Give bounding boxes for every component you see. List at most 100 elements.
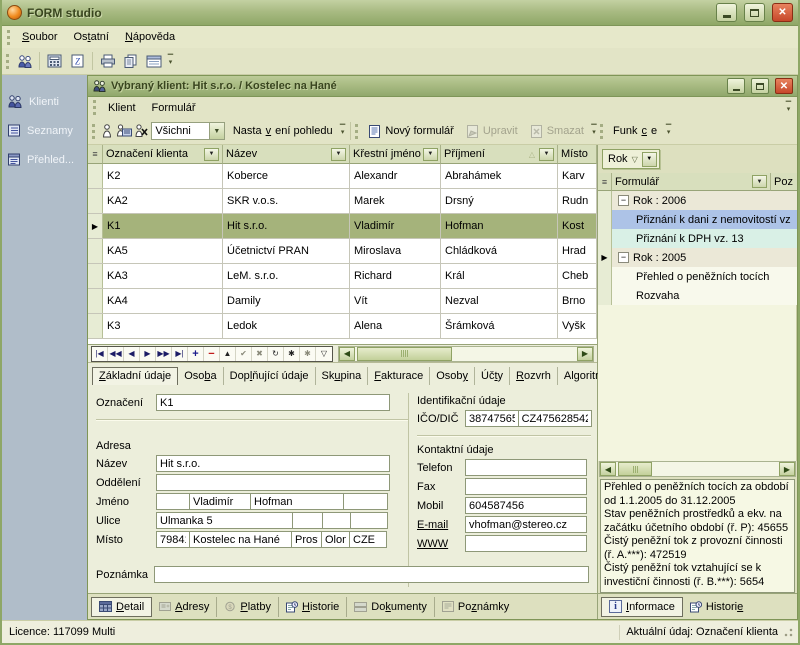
ulice-field3[interactable] — [322, 512, 351, 529]
nav-next-page-button[interactable]: ▶▶ — [156, 347, 172, 361]
column-header-nazev[interactable]: Název▼ — [223, 145, 350, 164]
nav-search-next-button[interactable]: ✱ — [300, 347, 316, 361]
psc-field[interactable] — [156, 531, 190, 548]
form-row[interactable]: Přiznání k DPH vz. 13 — [598, 229, 797, 248]
table-row-selected[interactable]: ▶ K1 Hit s.r.o. Vladimír Hofman Kost — [88, 214, 597, 239]
nav-cancel-button[interactable]: ✖ — [252, 347, 268, 361]
column-header-misto[interactable]: Místo — [558, 145, 597, 164]
mesto-field[interactable] — [189, 531, 292, 548]
titul-field[interactable] — [156, 493, 190, 510]
prijmeni-field[interactable] — [250, 493, 344, 510]
www-link[interactable]: WWW — [417, 538, 465, 550]
tab-ucty[interactable]: Účty — [475, 367, 510, 385]
tab-historie-form[interactable]: Historie — [683, 597, 750, 617]
tab-skupina[interactable]: Skupina — [316, 367, 369, 385]
fax-field[interactable] — [465, 478, 587, 495]
oddeleni-field[interactable] — [156, 474, 390, 491]
functions-button[interactable]: Funkce — [607, 122, 663, 140]
menu-overflow-button[interactable]: ▔▾ — [783, 98, 794, 118]
nav-last-button[interactable]: ▶| — [172, 347, 188, 361]
edit-form-button[interactable]: Upravit — [460, 122, 524, 141]
group-by-rok[interactable]: Rok ▽ ▼ — [602, 149, 660, 169]
table-row[interactable]: K2 Koberce Alexandr Abrahámek Karv — [88, 164, 597, 189]
maximize-button[interactable] — [751, 78, 769, 94]
toolbar-grip[interactable] — [92, 124, 95, 139]
toolbar-overflow-button[interactable]: ▔▾ — [590, 121, 598, 141]
scroll-right-icon[interactable]: ▶ — [577, 347, 593, 361]
collapse-icon[interactable]: − — [618, 252, 629, 263]
client-delete-button[interactable] — [133, 120, 150, 142]
tab-adresy[interactable]: Adresy — [152, 597, 217, 617]
tab-osoba[interactable]: Osoba — [178, 367, 223, 385]
nav-prior-button[interactable]: ◀ — [124, 347, 140, 361]
scrollbar-thumb[interactable] — [618, 462, 652, 476]
toolbar-grip[interactable] — [93, 100, 96, 115]
client-card-button[interactable] — [116, 120, 133, 142]
nav-edit-button[interactable]: ▲ — [220, 347, 236, 361]
form-row-selected[interactable]: Přiznání k dani z nemovitostí vz — [598, 210, 797, 229]
calculator-button[interactable] — [43, 50, 66, 72]
tab-fakturace[interactable]: Fakturace — [368, 367, 430, 385]
group-row-2006[interactable]: −Rok : 2006 — [598, 191, 797, 210]
toolbar-grip[interactable] — [7, 30, 10, 45]
tab-osoby[interactable]: Osoby — [430, 367, 475, 385]
toolbar-overflow-button[interactable]: ▔▾ — [165, 51, 176, 71]
oznaceni-field[interactable] — [156, 394, 390, 411]
close-button[interactable]: ✕ — [772, 3, 793, 22]
nav-post-button[interactable]: ✔ — [236, 347, 252, 361]
menu-napoveda[interactable]: Nápověda — [117, 28, 183, 46]
new-form-button[interactable]: Nový formulář — [362, 122, 459, 141]
toolbar-grip[interactable] — [600, 124, 603, 139]
column-header-formular[interactable]: Formulář ▼ — [612, 173, 771, 191]
filter-dropdown-icon[interactable]: ▼ — [423, 148, 438, 161]
close-icon[interactable]: ✕ — [775, 78, 793, 94]
jmeno-field[interactable] — [189, 493, 251, 510]
column-header-oznaceni[interactable]: Označení klienta▼ — [103, 145, 223, 164]
email-field[interactable] — [465, 516, 587, 533]
tab-doplnujici-udaje[interactable]: Doplňující údaje — [224, 367, 316, 385]
toolbar-grip[interactable] — [6, 54, 9, 69]
email-link[interactable]: E-mail — [417, 519, 465, 531]
scroll-left-icon[interactable]: ◀ — [339, 347, 355, 361]
menu-soubor[interactable]: Soubor — [14, 28, 65, 46]
sidebar-item-prehled[interactable]: Přehled... — [2, 145, 87, 174]
poznamka-field[interactable] — [154, 566, 589, 583]
scroll-right-icon[interactable]: ▶ — [779, 462, 795, 476]
column-header-poznamka[interactable]: Poz — [771, 173, 797, 191]
minimize-button[interactable] — [727, 78, 745, 94]
forms-button[interactable]: Z — [66, 50, 89, 72]
column-chooser-icon[interactable]: ≡ — [88, 145, 103, 164]
toolbar-overflow-button[interactable]: ▔▾ — [663, 121, 674, 141]
tab-zakladni-udaje[interactable]: Základní údaje — [92, 367, 178, 386]
column-chooser-icon[interactable]: ≡ — [598, 173, 612, 191]
mobil-field[interactable] — [465, 497, 587, 514]
ico-field[interactable] — [465, 410, 519, 427]
titul-za-field[interactable] — [343, 493, 388, 510]
dic-field[interactable] — [518, 410, 592, 427]
client-filter-combobox[interactable]: Všichni ▼ — [151, 122, 225, 140]
filter-dropdown-icon[interactable]: ▼ — [204, 148, 219, 161]
lists-button[interactable] — [142, 50, 165, 72]
collapse-icon[interactable]: − — [618, 195, 629, 206]
telefon-field[interactable] — [465, 459, 587, 476]
ulice-field[interactable] — [156, 512, 293, 529]
column-header-krestni-jmeno[interactable]: Křestní jméno▼ — [350, 145, 441, 164]
tab-dokumenty[interactable]: Dokumenty — [347, 597, 435, 617]
client-detail-button[interactable] — [99, 120, 116, 142]
nav-first-button[interactable]: |◀ — [92, 347, 108, 361]
tab-detail[interactable]: Detail — [91, 597, 152, 617]
tab-historie[interactable]: Historie — [279, 597, 347, 617]
table-row[interactable]: K3 Ledok Alena Šrámková Vyšk — [88, 314, 597, 339]
nav-search-button[interactable]: ✱ — [284, 347, 300, 361]
stat-field[interactable] — [349, 531, 387, 548]
table-row[interactable]: KA5 Účetnictví PRAN Miroslava Chládková … — [88, 239, 597, 264]
toolbar-grip[interactable] — [355, 124, 358, 139]
menu-ostatni[interactable]: Ostatní — [65, 28, 116, 46]
ulice-field2[interactable] — [292, 512, 323, 529]
view-settings-button[interactable]: Nastavení pohledu — [227, 122, 339, 140]
clients-button[interactable] — [13, 50, 36, 72]
okres-field[interactable] — [291, 531, 322, 548]
chevron-down-icon[interactable]: ▼ — [209, 123, 224, 139]
filter-dropdown-icon[interactable]: ▼ — [331, 148, 346, 161]
ulice-field4[interactable] — [350, 512, 388, 529]
